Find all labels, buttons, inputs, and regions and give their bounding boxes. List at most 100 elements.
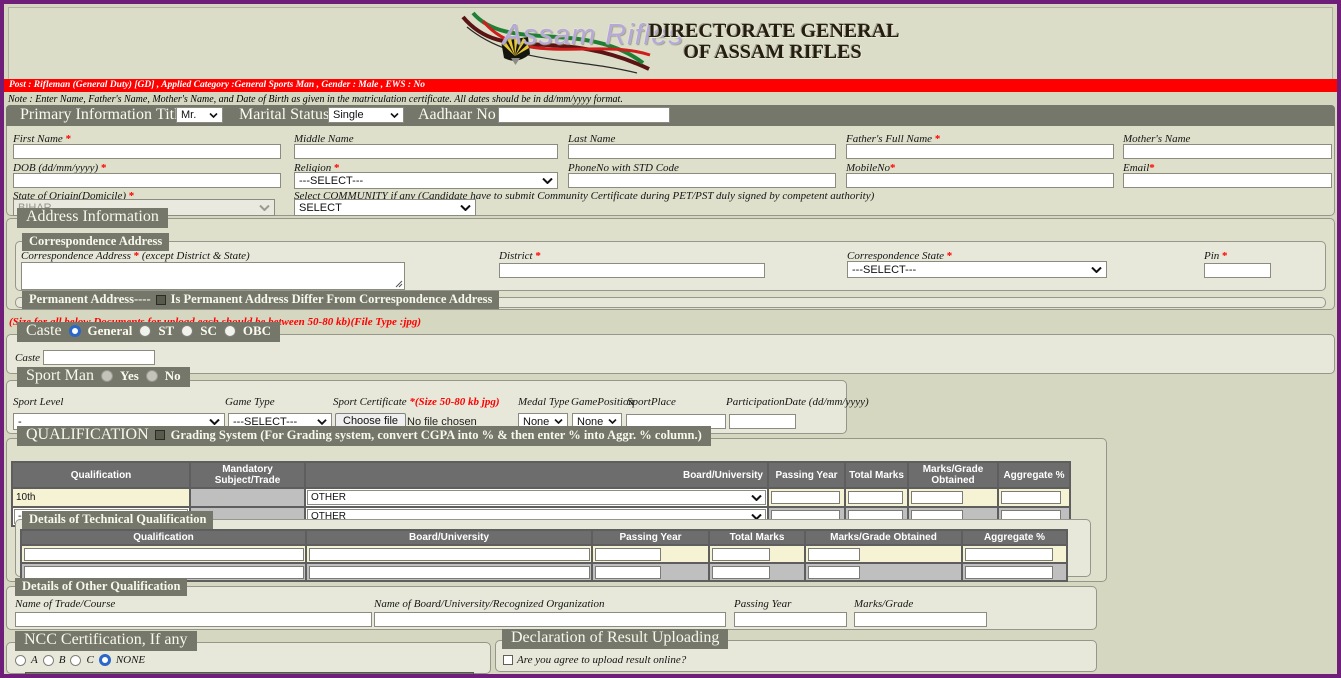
address-information-legend: Address Information xyxy=(17,208,168,228)
last-name-input[interactable] xyxy=(568,144,836,159)
correspondence-address-label: Correspondence Address xyxy=(21,250,131,262)
caste-radio-general[interactable] xyxy=(69,325,81,337)
middle-name-input[interactable] xyxy=(294,144,558,159)
pin-input[interactable] xyxy=(1204,263,1271,278)
tech-aggregate-input-row1[interactable] xyxy=(965,548,1053,561)
district-label: District xyxy=(499,250,533,262)
chevron-down-icon xyxy=(317,419,327,425)
tech-total-marks-input-row1[interactable] xyxy=(712,548,770,561)
chevron-down-icon xyxy=(259,205,270,211)
aadhaar-input[interactable] xyxy=(498,107,670,123)
primary-information-legend: Primary Information Title : Mr. Marital … xyxy=(6,105,1335,126)
other-qualification-section: Details of Other Qualification Name of T… xyxy=(6,586,1097,630)
tech-board-input-row2[interactable] xyxy=(309,566,590,579)
board-select-row1[interactable]: OTHER xyxy=(307,490,766,505)
mobile-input[interactable] xyxy=(846,173,1114,188)
religion-select[interactable]: ---SELECT--- xyxy=(294,172,558,189)
tech-passing-year-input-row1[interactable] xyxy=(595,548,661,561)
qualification-row1-mandatory xyxy=(191,489,304,506)
chevron-down-icon xyxy=(209,419,220,425)
sport-man-legend: Sport Man Yes No xyxy=(17,367,190,387)
chevron-down-icon xyxy=(751,495,762,501)
permanent-address-differ-label: Is Permanent Address Differ From Corresp… xyxy=(171,292,493,307)
other-qualification-legend: Details of Other Qualification xyxy=(15,578,187,596)
tech-marks-grade-input-row1[interactable] xyxy=(808,548,860,561)
mother-name-input[interactable] xyxy=(1123,144,1332,159)
aadhaar-label: Aadhaar No : xyxy=(418,106,504,124)
qualification-row1-name: 10th xyxy=(13,489,189,506)
directorate-line1: DIRECTORATE GENERAL xyxy=(649,21,879,42)
technical-qualification-table: Qualification Board/University Passing Y… xyxy=(20,529,1068,582)
tech-marks-grade-input-row2[interactable] xyxy=(808,566,860,579)
tech-passing-year-input-row2[interactable] xyxy=(595,566,661,579)
board-org-input[interactable] xyxy=(374,612,726,627)
ncc-radio-none[interactable] xyxy=(99,654,111,666)
ncc-radio-b[interactable] xyxy=(43,655,54,666)
sport-level-label: Sport Level xyxy=(13,396,63,408)
post-info-banner: Post : Rifleman (General Duty) [GD] , Ap… xyxy=(4,79,1337,92)
page-header: Assam Rifles DIRECTORATE GENERAL OF ASSA… xyxy=(8,7,1333,80)
other-passing-year-label: Passing Year xyxy=(734,598,791,610)
aggregate-input-row1[interactable] xyxy=(1001,491,1061,504)
caste-section: Caste General ST SC OBC Caste xyxy=(6,334,1335,374)
address-information-section: Address Information Correspondence Addre… xyxy=(6,218,1335,310)
permanent-address-section: Permanent Address---- Is Permanent Addre… xyxy=(15,297,1326,308)
chevron-down-icon xyxy=(608,419,617,424)
correspondence-address-textarea[interactable] xyxy=(21,262,405,290)
caste-radio-st[interactable] xyxy=(139,325,151,337)
ncc-radio-c[interactable] xyxy=(70,655,81,666)
ncc-options: A B C NONE xyxy=(15,654,145,666)
sport-certificate-label: Sport Certificate xyxy=(333,396,407,408)
ncc-legend: NCC Certification, If any xyxy=(15,631,197,651)
tech-qualification-input-row2[interactable] xyxy=(24,566,304,579)
tech-total-marks-input-row2[interactable] xyxy=(712,566,770,579)
declaration-legend: Declaration of Result Uploading xyxy=(502,629,728,649)
declaration-label: Are you agree to upload result online? xyxy=(517,654,686,666)
first-name-input[interactable] xyxy=(13,144,281,159)
other-marks-grade-input[interactable] xyxy=(854,612,987,627)
trade-course-input[interactable] xyxy=(15,612,372,627)
declaration-checkbox[interactable] xyxy=(503,655,513,665)
correspondence-state-select[interactable]: ---SELECT--- xyxy=(847,261,1107,278)
grading-system-checkbox[interactable] xyxy=(155,430,165,440)
phone-input[interactable] xyxy=(568,173,836,188)
community-select[interactable]: SELECT xyxy=(294,199,476,216)
directorate-title: DIRECTORATE GENERAL OF ASSAM RIFLES xyxy=(649,21,879,63)
tech-board-input-row1[interactable] xyxy=(309,548,590,561)
marital-status-label: Marital Status : xyxy=(239,106,338,124)
sport-yes-radio[interactable] xyxy=(101,370,113,382)
tech-aggregate-input-row2[interactable] xyxy=(965,566,1053,579)
sport-no-radio[interactable] xyxy=(146,370,158,382)
ncc-section: NCC Certification, If any A B C NONE xyxy=(6,642,491,674)
chevron-down-icon xyxy=(1091,267,1102,273)
total-marks-input-row1[interactable] xyxy=(848,491,903,504)
game-type-label: Game Type xyxy=(225,396,275,408)
marital-status-select[interactable]: Single xyxy=(328,107,404,123)
chevron-down-icon xyxy=(390,113,399,118)
dob-input[interactable] xyxy=(13,173,281,188)
father-name-input[interactable] xyxy=(846,144,1114,159)
game-position-label: GamePosition xyxy=(571,396,634,408)
caste-radio-sc[interactable] xyxy=(181,325,193,337)
technical-qualification-legend: Details of Technical Qualification xyxy=(22,511,213,529)
caste-radio-obc[interactable] xyxy=(224,325,236,337)
declaration-section: Declaration of Result Uploading Are you … xyxy=(495,640,1097,672)
board-org-label: Name of Board/University/Recognized Orga… xyxy=(374,598,604,610)
tech-qualification-input-row1[interactable] xyxy=(24,548,304,561)
permanent-address-differ-checkbox[interactable] xyxy=(156,295,166,305)
marks-grade-input-row1[interactable] xyxy=(911,491,963,504)
chevron-down-icon xyxy=(542,178,553,184)
medal-type-label: Medal Type xyxy=(518,396,569,408)
correspondence-address-section: Correspondence Address Correspondence Ad… xyxy=(15,241,1326,291)
district-input[interactable] xyxy=(499,263,765,278)
email-input[interactable] xyxy=(1123,173,1332,188)
passing-year-input-row1[interactable] xyxy=(771,491,840,504)
next-section-legend-partial xyxy=(25,672,474,678)
ncc-radio-a[interactable] xyxy=(15,655,26,666)
participation-date-input[interactable] xyxy=(729,414,796,429)
caste-input[interactable] xyxy=(43,350,155,365)
other-passing-year-input[interactable] xyxy=(734,612,847,627)
title-select[interactable]: Mr. xyxy=(176,107,223,123)
correspondence-address-legend: Correspondence Address xyxy=(22,233,169,251)
resize-grip-icon[interactable] xyxy=(395,280,403,288)
